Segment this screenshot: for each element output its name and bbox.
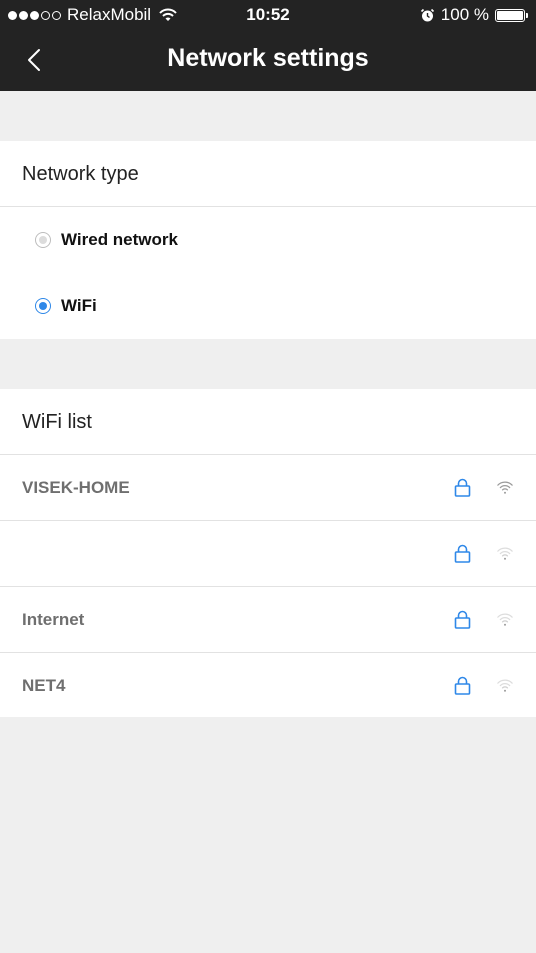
status-bar: RelaxMobil 10:52 100 % <box>0 0 536 30</box>
network-type-header: Network type <box>0 141 536 207</box>
radio-button-wired[interactable] <box>35 232 51 248</box>
battery-icon <box>495 8 525 22</box>
wifi-signal-weak-icon <box>497 547 513 560</box>
lock-icon <box>454 478 471 497</box>
wifi-signal-weak-icon <box>497 613 513 626</box>
wifi-network-row[interactable]: VISEK-HOME <box>0 455 536 521</box>
cell-signal-icon <box>8 10 63 20</box>
wifi-signal-strong-icon <box>497 481 513 494</box>
wifi-network-row[interactable]: NET4 <box>0 653 536 718</box>
radio-button-wifi[interactable] <box>35 298 51 314</box>
wifi-network-name: Internet <box>22 610 85 629</box>
radio-option-wired[interactable]: Wired network <box>0 207 536 273</box>
back-button[interactable] <box>20 44 48 76</box>
status-left: RelaxMobil <box>8 5 177 25</box>
chevron-left-icon <box>28 49 40 71</box>
status-right: 100 % <box>420 5 528 25</box>
battery-percent: 100 % <box>440 5 489 24</box>
alarm-icon <box>420 8 434 21</box>
top-bar: RelaxMobil 10:52 100 % Network settings <box>0 0 536 91</box>
wifi-network-name: VISEK-HOME <box>22 478 130 497</box>
wifi-network-name: NET4 <box>22 676 66 695</box>
wifi-list-section: WiFi list VISEK-HOME Internet NET4 <box>0 389 536 717</box>
navigation-bar: Network settings <box>0 30 536 91</box>
radio-option-wifi[interactable]: WiFi <box>0 273 536 339</box>
lock-icon <box>454 676 471 695</box>
lock-icon <box>454 610 471 629</box>
page-title: Network settings <box>167 44 369 72</box>
wifi-signal-weak-icon <box>497 679 513 692</box>
radio-label-wifi: WiFi <box>61 296 97 315</box>
wifi-list-header: WiFi list <box>0 389 536 455</box>
wifi-status-icon <box>159 8 177 21</box>
network-type-section: Network type Wired network WiFi <box>0 141 536 339</box>
carrier-name: RelaxMobil <box>67 5 152 24</box>
lock-icon <box>454 544 471 563</box>
radio-label-wired: Wired network <box>61 230 178 249</box>
wifi-network-row[interactable] <box>0 521 536 587</box>
wifi-network-row[interactable]: Internet <box>0 587 536 653</box>
